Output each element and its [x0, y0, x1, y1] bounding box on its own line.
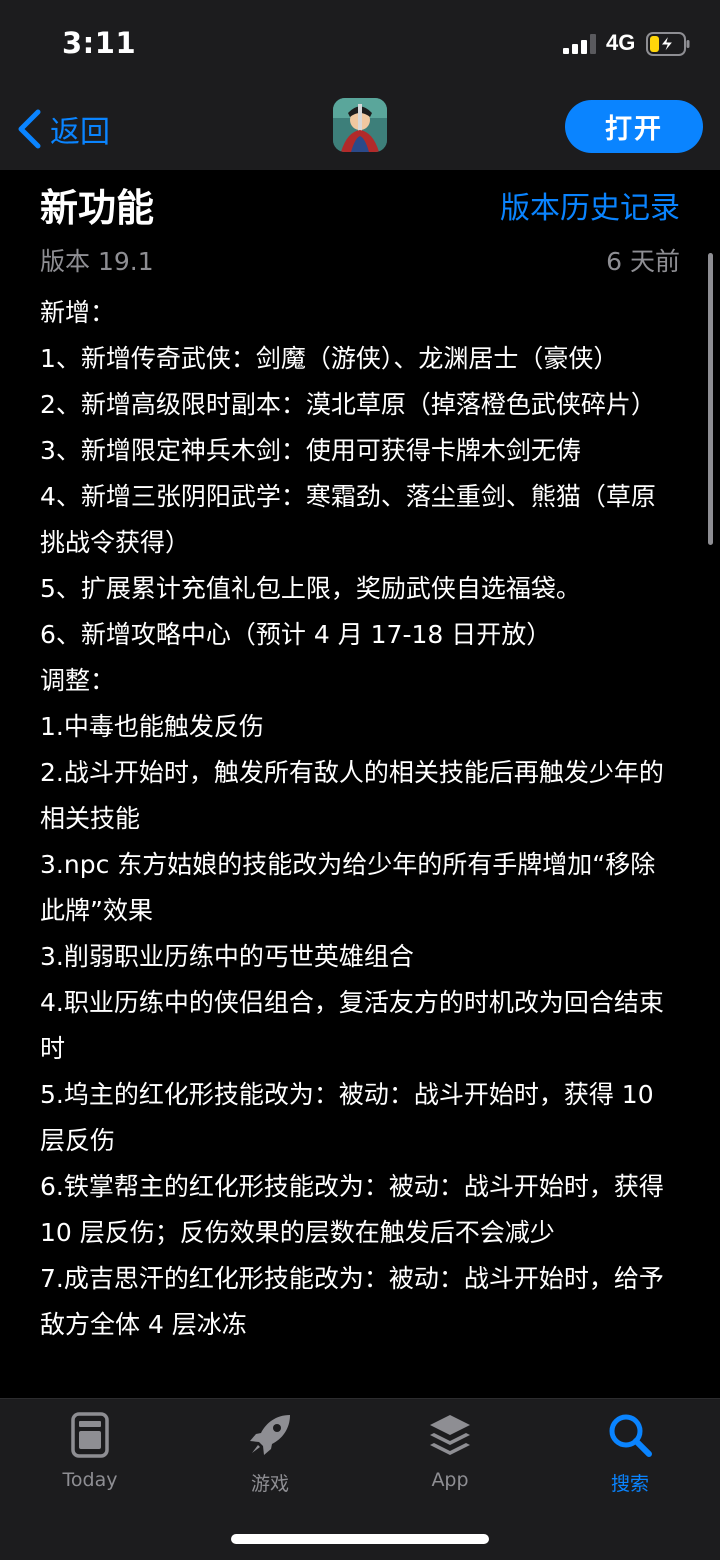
tab-label: 游戏	[250, 1473, 289, 1495]
tab-search[interactable]: 搜索	[540, 1411, 720, 1501]
note-line: 6、新增攻略中心（预计 4 月 17-18 日开放）	[40, 620, 552, 649]
tab-today[interactable]: Today	[0, 1411, 180, 1501]
whats-new-section: 新功能 版本历史记录 版本 19.1 6 天前 新增： 1、新增传奇武侠：剑魔（…	[0, 170, 720, 1398]
app-icon	[333, 98, 387, 152]
battery-charging-icon	[646, 32, 690, 56]
rocket-icon	[250, 1415, 290, 1455]
version-history-link[interactable]: 版本历史记录	[500, 183, 680, 227]
tab-label: Today	[62, 1469, 118, 1491]
note-line: 调整：	[40, 666, 116, 695]
note-line: 4.职业历练中的侠侣组合，复活友方的时机改为回合结束时	[40, 988, 664, 1063]
open-button[interactable]: 打开	[565, 100, 703, 153]
apps-stack-icon	[430, 1415, 470, 1455]
tab-label: 搜索	[610, 1473, 649, 1495]
note-line: 3.npc 东方姑娘的技能改为给少年的所有手牌增加“移除此牌”效果	[40, 850, 656, 925]
note-line: 3、新增限定神兵木剑：使用可获得卡牌木剑无俦	[40, 436, 581, 465]
release-date: 6 天前	[606, 247, 680, 276]
note-line: 5、扩展累计充值礼包上限，奖励武侠自选福袋。	[40, 574, 581, 603]
note-line: 2.战斗开始时，触发所有敌人的相关技能后再触发少年的相关技能	[40, 758, 664, 833]
network-type: 4G	[606, 30, 636, 55]
back-button[interactable]: 返回	[16, 105, 110, 153]
note-line: 新增：	[40, 298, 116, 327]
scroll-indicator[interactable]	[708, 253, 713, 545]
home-indicator[interactable]	[231, 1534, 489, 1544]
tab-games[interactable]: 游戏	[180, 1411, 360, 1501]
cellular-signal-icon	[563, 34, 599, 54]
note-line: 1、新增传奇武侠：剑魔（游侠）、龙渊居士（豪侠）	[40, 344, 619, 373]
tab-label: App	[431, 1469, 469, 1491]
navigation-bar: 返回 打开	[0, 90, 720, 170]
chevron-left-icon	[18, 109, 41, 149]
tab-apps[interactable]: App	[360, 1411, 540, 1501]
status-bar: 3:11 4G	[0, 0, 720, 90]
release-notes: 新增： 1、新增传奇武侠：剑魔（游侠）、龙渊居士（豪侠） 2、新增高级限时副本：…	[40, 290, 680, 1348]
tab-bar: Today 游戏 App 搜索	[0, 1398, 720, 1560]
status-time: 3:11	[62, 26, 137, 60]
note-line: 4、新增三张阴阳武学：寒霜劲、落尘重剑、熊猫（草原挑战令获得）	[40, 482, 656, 557]
note-line: 7.成吉思汗的红化形技能改为：被动：战斗开始时，给予敌方全体 4 层冰冻	[40, 1264, 664, 1339]
today-icon	[71, 1412, 109, 1458]
back-label: 返回	[50, 115, 110, 150]
section-title: 新功能	[40, 186, 155, 230]
note-line: 5.坞主的红化形技能改为：被动：战斗开始时，获得 10 层反伤	[40, 1080, 654, 1155]
note-line: 1.中毒也能触发反伤	[40, 712, 264, 741]
note-line: 3.削弱职业历练中的丐世英雄组合	[40, 942, 414, 971]
note-line: 6.铁掌帮主的红化形技能改为：被动：战斗开始时，获得 10 层反伤；反伤效果的层…	[40, 1172, 664, 1247]
search-icon	[609, 1414, 652, 1457]
note-line: 2、新增高级限时副本：漠北草原（掉落橙色武侠碎片）	[40, 390, 656, 419]
version-label: 版本 19.1	[40, 247, 154, 276]
